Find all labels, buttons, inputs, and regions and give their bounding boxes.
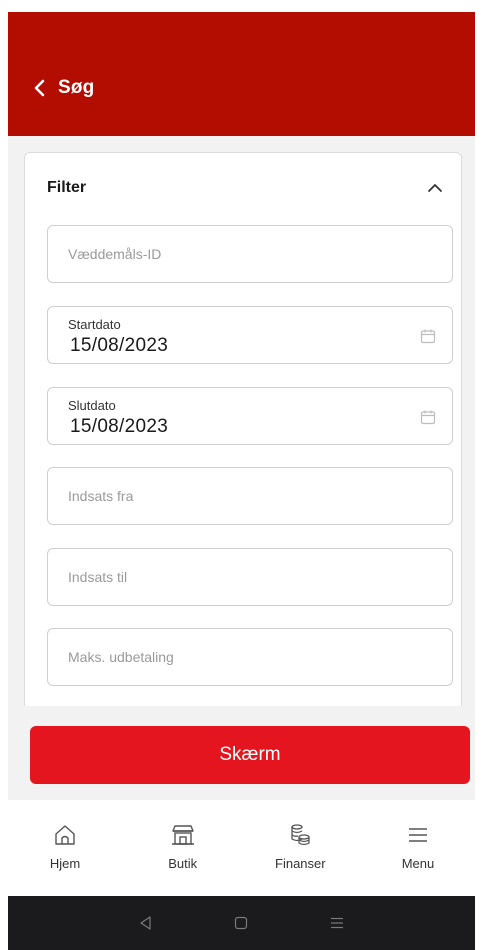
filter-title: Filter — [47, 179, 87, 196]
bottom-navigation: Hjem Butik Finanser Menu — [8, 800, 475, 896]
stake-to-input[interactable] — [48, 549, 452, 605]
start-date-field[interactable]: Startdato 15/08/2023 — [47, 306, 453, 364]
start-date-label: Startdato — [68, 317, 121, 332]
nav-label-menu: Menu — [401, 856, 435, 871]
end-date-field[interactable]: Slutdato 15/08/2023 — [47, 387, 453, 445]
nav-item-finance[interactable]: Finanser — [255, 800, 345, 896]
hamburger-icon — [408, 828, 427, 842]
nav-item-home[interactable]: Hjem — [20, 800, 110, 896]
coins-icon — [291, 824, 310, 846]
calendar-icon[interactable] — [420, 328, 436, 344]
recents-icon[interactable] — [329, 915, 345, 931]
stake-from-input[interactable] — [48, 468, 452, 524]
stake-to-field[interactable] — [47, 548, 453, 606]
back-button[interactable]: Søg — [32, 77, 95, 99]
nav-item-menu[interactable]: Menu — [373, 800, 463, 896]
status-bar-area — [0, 0, 483, 12]
bet-id-input[interactable] — [48, 226, 452, 282]
home-square-icon[interactable] — [233, 915, 249, 931]
bet-id-field[interactable] — [47, 225, 453, 283]
store-icon — [171, 825, 194, 845]
filter-header[interactable]: Filter — [25, 153, 461, 223]
nav-label-finance: Finanser — [275, 856, 326, 871]
chevron-up-icon[interactable] — [427, 183, 443, 193]
nav-label-store: Butik — [168, 856, 198, 871]
chevron-left-icon — [34, 79, 45, 97]
app-header: Søg — [8, 12, 475, 136]
filter-panel: Filter Startdato 15/08/2023 Slutdato 15/… — [24, 152, 462, 706]
stake-from-field[interactable] — [47, 467, 453, 525]
end-date-value[interactable]: 15/08/2023 — [70, 416, 168, 438]
submit-bar: Skærm — [8, 706, 475, 800]
calendar-icon[interactable] — [420, 409, 436, 425]
nav-item-store[interactable]: Butik — [138, 800, 228, 896]
end-date-label: Slutdato — [68, 398, 116, 413]
search-content: Filter Startdato 15/08/2023 Slutdato 15/… — [8, 136, 475, 706]
home-icon — [55, 825, 75, 845]
nav-label-home: Hjem — [49, 856, 81, 871]
start-date-value[interactable]: 15/08/2023 — [70, 335, 168, 357]
system-navigation-bar — [8, 896, 475, 950]
back-triangle-icon[interactable] — [138, 915, 154, 931]
filter-submit-button[interactable]: Skærm — [30, 726, 470, 784]
max-payout-field[interactable] — [47, 628, 453, 686]
max-payout-input[interactable] — [48, 629, 452, 685]
page-title: Søg — [58, 77, 95, 98]
